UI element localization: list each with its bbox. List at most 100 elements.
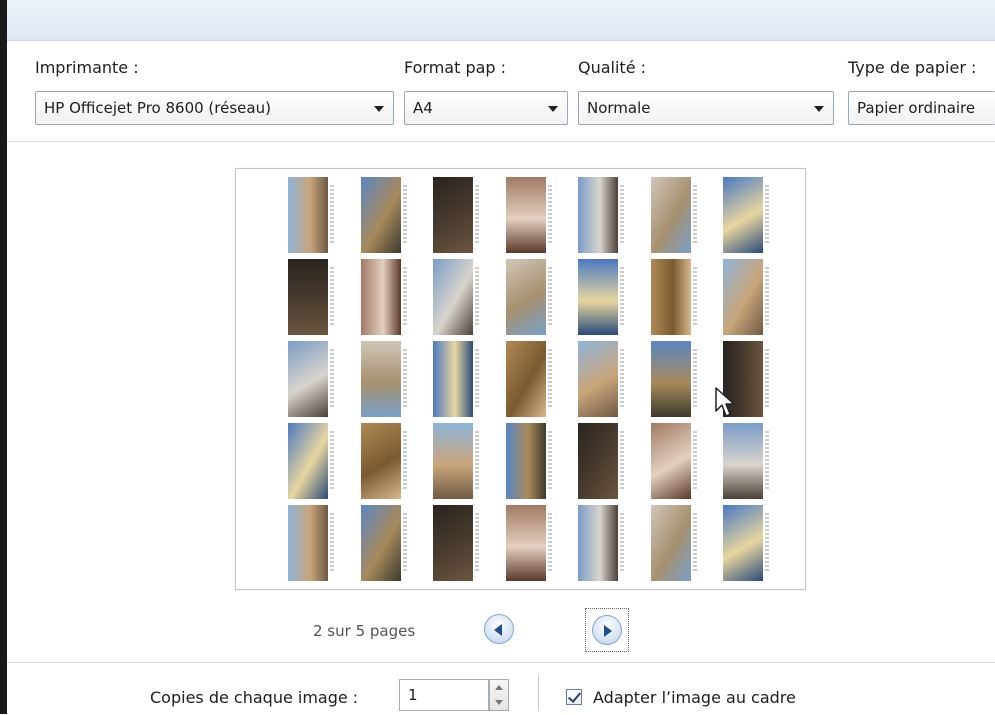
photo-caption-strip [620, 267, 624, 325]
photo-caption-strip [547, 431, 552, 489]
window-title-strip [7, 0, 995, 41]
photo-thumbnail [288, 423, 340, 499]
photo-image [288, 423, 328, 499]
copies-input[interactable]: 1 [399, 679, 489, 711]
photo-caption-strip [620, 431, 624, 489]
chevron-down-icon [495, 700, 503, 705]
photo-thumbnail [433, 259, 485, 335]
photo-thumbnail [505, 259, 558, 335]
photo-image [578, 423, 618, 499]
next-page-icon [604, 625, 612, 637]
print-preview-area: 2 sur 5 pages [7, 142, 995, 662]
photo-image [578, 341, 618, 417]
photo-image [433, 259, 473, 335]
photo-image [433, 341, 473, 417]
copies-label: Copies de chaque image : [150, 688, 359, 707]
printer-select[interactable]: HP Officejet Pro 8600 (réseau) [35, 91, 394, 125]
photo-caption-strip [765, 513, 769, 571]
paper-format-value: A4 [413, 99, 433, 117]
photo-thumbnail [288, 341, 340, 417]
paper-type-select[interactable]: Papier ordinaire [848, 91, 995, 125]
photo-thumbnail [433, 423, 485, 499]
photo-caption-strip [547, 513, 552, 571]
photo-image [505, 423, 546, 499]
photo-caption-strip [692, 185, 697, 243]
next-page-button[interactable] [592, 615, 622, 645]
photo-thumbnail [723, 259, 775, 335]
photo-thumbnail [505, 423, 558, 499]
photo-image [723, 177, 763, 253]
photo-caption-strip [765, 267, 769, 325]
photo-image [505, 259, 546, 335]
preview-page [235, 168, 806, 590]
quality-select[interactable]: Normale [578, 91, 834, 125]
chevron-up-icon [495, 685, 503, 690]
photo-image [650, 423, 691, 499]
photo-caption-strip [475, 267, 479, 325]
photo-caption-strip [330, 431, 334, 489]
photo-image [723, 423, 763, 499]
photo-caption-strip [620, 185, 624, 243]
photo-caption-strip [402, 349, 407, 407]
photo-thumbnail [650, 341, 703, 417]
photo-thumbnail [360, 423, 413, 499]
page-status: 2 sur 5 pages [313, 622, 416, 640]
photo-image [288, 341, 328, 417]
fit-to-frame-checkbox[interactable] [566, 689, 582, 705]
photo-caption-strip [330, 267, 334, 325]
photo-image [360, 259, 401, 335]
photo-caption-strip [330, 513, 334, 571]
photo-thumbnail [650, 505, 703, 581]
photo-image [650, 341, 691, 417]
print-settings-bar: Imprimante : HP Officejet Pro 8600 (rése… [7, 41, 995, 142]
photo-thumbnail [288, 177, 340, 253]
photo-thumbnail [723, 177, 775, 253]
photo-image [650, 505, 691, 581]
photo-caption-strip [330, 185, 334, 243]
photo-caption-strip [402, 267, 407, 325]
photo-thumbnail [578, 259, 630, 335]
photo-image [288, 259, 328, 335]
photo-image [723, 259, 763, 335]
copies-stepper[interactable] [489, 679, 509, 711]
photo-caption-strip [547, 267, 552, 325]
photo-thumbnail [505, 177, 558, 253]
previous-page-button[interactable] [484, 614, 514, 644]
photo-image [360, 341, 401, 417]
photo-caption-strip [692, 431, 697, 489]
printer-value: HP Officejet Pro 8600 (réseau) [44, 99, 271, 117]
photo-image [723, 505, 763, 581]
photo-caption-strip [692, 513, 697, 571]
fit-to-frame-label: Adapter l’image au cadre [593, 688, 796, 707]
photo-caption-strip [475, 349, 479, 407]
photo-caption-strip [402, 431, 407, 489]
photo-thumbnail [578, 423, 630, 499]
printer-label: Imprimante : [35, 58, 139, 77]
quality-label: Qualité : [578, 58, 647, 77]
photo-caption-strip [475, 431, 479, 489]
photo-image [360, 177, 401, 253]
paper-type-label: Type de papier : [848, 58, 977, 77]
photo-image [578, 259, 618, 335]
quality-value: Normale [587, 99, 651, 117]
photo-image [578, 177, 618, 253]
paper-format-select[interactable]: A4 [404, 91, 568, 125]
checkmark-icon [567, 689, 582, 703]
photo-caption-strip [547, 185, 552, 243]
photo-image [433, 177, 473, 253]
photo-caption-strip [765, 349, 769, 407]
photo-thumbnail [650, 177, 703, 253]
chevron-down-icon [814, 106, 824, 112]
photo-image [360, 505, 401, 581]
copies-value: 1 [408, 686, 418, 704]
photo-thumbnail [433, 505, 485, 581]
photo-image [505, 505, 546, 581]
print-options-bar: Copies de chaque image : 1 Adapter l’ima… [7, 662, 995, 715]
photo-thumbnail [578, 177, 630, 253]
window-left-border [0, 0, 7, 714]
photo-image [578, 505, 618, 581]
chevron-down-icon [548, 106, 558, 112]
photo-thumbnail [650, 259, 703, 335]
photo-caption-strip [692, 349, 697, 407]
previous-page-icon [494, 624, 502, 636]
